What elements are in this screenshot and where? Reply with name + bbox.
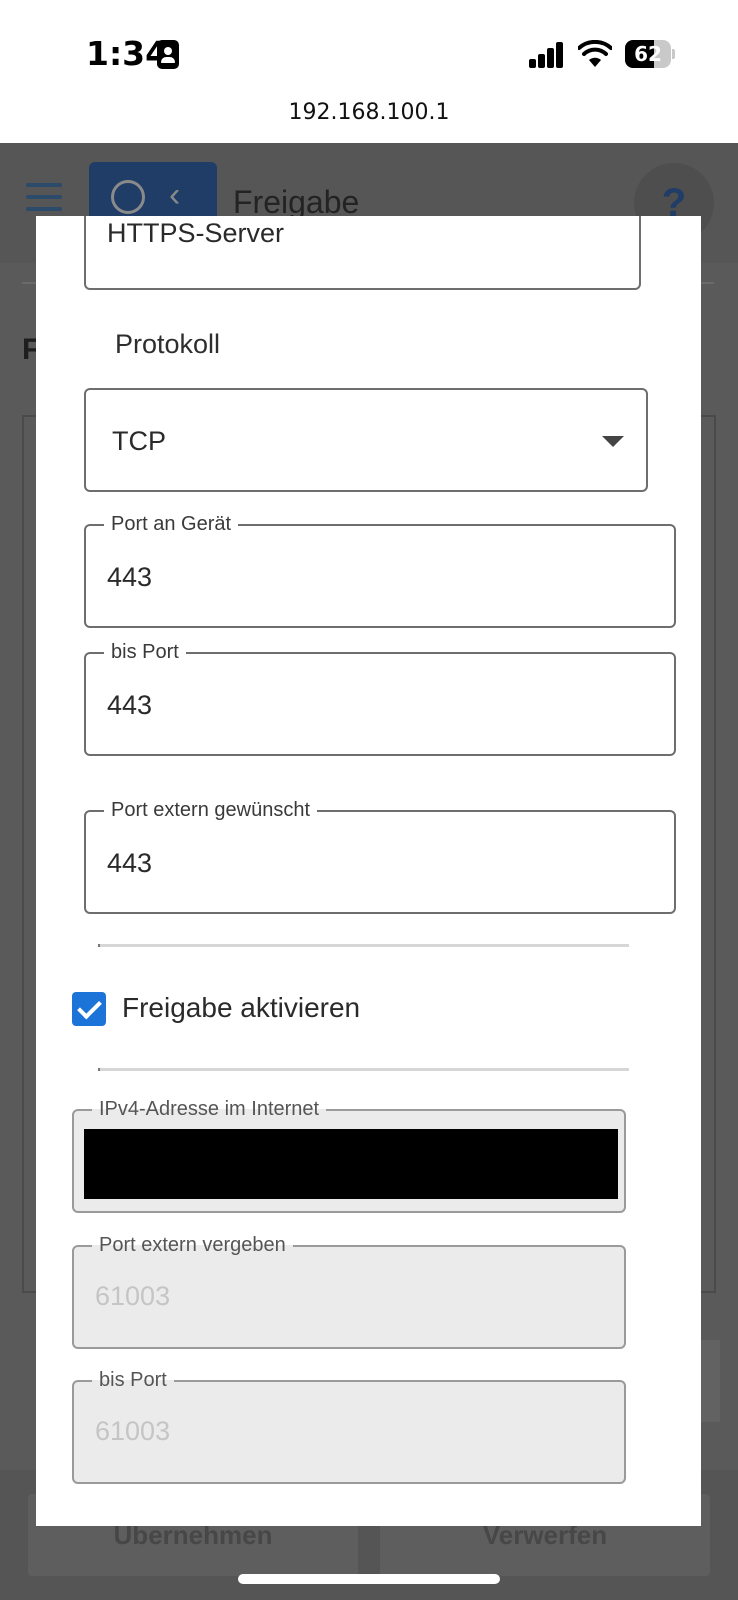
- name-value: HTTPS-Server: [107, 218, 285, 248]
- external-port-assigned-label: Port extern vergeben: [92, 1233, 293, 1257]
- divider: [98, 944, 629, 947]
- activate-checkbox[interactable]: [72, 992, 106, 1026]
- address-bar-url[interactable]: 192.168.100.1: [0, 100, 738, 125]
- contact-card-icon: [157, 40, 179, 69]
- port-forwarding-dialog: HTTPS-Server Protokoll TCP Port an Gerät…: [36, 216, 701, 1526]
- external-port-requested-value: 443: [107, 848, 153, 878]
- protocol-label: Protokoll: [115, 329, 221, 359]
- caret-down-icon: [602, 436, 624, 447]
- external-port-requested-label: Port extern gewünscht: [104, 798, 317, 822]
- battery-icon: 62: [625, 40, 675, 68]
- name-field[interactable]: HTTPS-Server: [84, 216, 641, 290]
- protocol-select[interactable]: TCP: [84, 388, 648, 492]
- to-port-field[interactable]: bis Port 443: [84, 640, 676, 756]
- ipv4-address-label: IPv4-Adresse im Internet: [92, 1097, 327, 1121]
- home-indicator[interactable]: [238, 1574, 500, 1584]
- globe-icon: [111, 180, 145, 214]
- activate-label[interactable]: Freigabe aktivieren: [122, 992, 360, 1024]
- cellular-signal-icon: [529, 42, 565, 68]
- protocol-value: TCP: [112, 426, 166, 456]
- status-bar: 1:34 62 192.168.100.1: [0, 0, 738, 143]
- battery-level: 62: [634, 42, 662, 66]
- to-port-value: 443: [107, 690, 153, 720]
- port-device-label: Port an Gerät: [104, 512, 239, 536]
- to-port-label: bis Port: [104, 640, 186, 664]
- external-port-requested-field[interactable]: Port extern gewünscht 443: [84, 798, 676, 914]
- wifi-icon: [578, 40, 612, 67]
- ipv4-address-field: IPv4-Adresse im Internet: [72, 1097, 626, 1213]
- port-device-field[interactable]: Port an Gerät 443: [84, 512, 676, 628]
- divider: [98, 1068, 629, 1071]
- to-port-assigned-value: 61003: [95, 1416, 171, 1446]
- external-port-assigned-value: 61003: [95, 1281, 171, 1311]
- hamburger-menu-icon[interactable]: [26, 183, 62, 211]
- clock: 1:34: [86, 34, 169, 73]
- to-port-assigned-field: bis Port 61003: [72, 1368, 626, 1484]
- chevron-left-icon: ‹: [169, 176, 181, 214]
- redacted-block: [84, 1129, 618, 1199]
- external-port-assigned-field: Port extern vergeben 61003: [72, 1233, 626, 1349]
- port-device-value: 443: [107, 562, 153, 592]
- to-port-assigned-label: bis Port: [92, 1368, 174, 1392]
